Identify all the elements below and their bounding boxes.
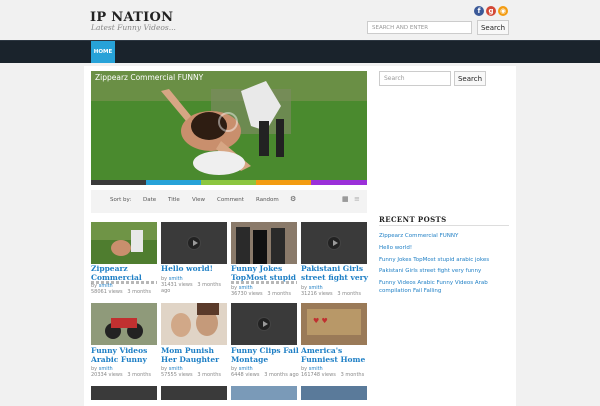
video-title[interactable]: America's Funniest Home Videos	[301, 347, 369, 364]
recent-post-link[interactable]: Funny Videos Arabic Funny Videos Arab co…	[379, 279, 514, 295]
header-search-input[interactable]: SEARCH AND ENTER	[367, 21, 472, 34]
google-plus-icon[interactable]: g	[486, 6, 496, 16]
video-thumbnail[interactable]	[91, 386, 157, 400]
video-meta: by smith 31216 views 3 months	[301, 285, 362, 297]
color-segment	[256, 180, 311, 185]
video-title[interactable]: Mom Punish Her Daughter for	[161, 347, 229, 364]
rss-icon[interactable]: ◉	[498, 6, 508, 16]
sort-label: Sort by:	[110, 197, 132, 203]
video-date: 3 months	[267, 291, 292, 297]
recent-post-link[interactable]: Hello world!	[379, 244, 514, 252]
video-views: 31216 views	[301, 291, 333, 297]
play-icon[interactable]	[187, 236, 201, 250]
list-view-icon[interactable]: ≡	[354, 195, 360, 203]
play-icon[interactable]	[218, 112, 238, 132]
video-views: 161748 views	[301, 372, 336, 378]
color-segment	[91, 180, 146, 185]
video-thumbnail[interactable]	[161, 386, 227, 400]
video-title[interactable]: Funny Clips Fail Montage	[231, 347, 299, 364]
video-date: 3 months	[337, 291, 362, 297]
recent-post-link[interactable]: Zippearz Commercial FUNNY	[379, 232, 514, 240]
video-thumbnail[interactable]	[301, 222, 367, 264]
video-thumbnail[interactable]	[91, 222, 157, 264]
video-thumbnail[interactable]: ♥ ♥	[301, 303, 367, 345]
color-segment	[311, 180, 367, 185]
grid-view-icon[interactable]: ▦	[342, 195, 349, 203]
video-views: 20334 views	[91, 372, 123, 378]
video-date: 3 months	[340, 372, 365, 378]
sort-title[interactable]: Title	[168, 197, 180, 203]
video-title[interactable]: Funny Jokes TopMost stupid	[231, 265, 299, 282]
video-title[interactable]: Pakistani Girls street fight very	[301, 265, 369, 282]
divider	[379, 225, 509, 226]
video-thumbnail[interactable]	[231, 303, 297, 345]
recent-posts-heading: RECENT POSTS	[379, 215, 447, 224]
video-thumbnail[interactable]	[91, 303, 157, 345]
sort-view[interactable]: View	[192, 197, 205, 203]
video-views: 6448 views	[231, 372, 260, 378]
video-date: 3 months	[127, 289, 152, 295]
site-tagline: Latest Funny Videos...	[91, 23, 176, 32]
video-meta: by smith 20334 views 3 months	[91, 366, 152, 378]
site-header: IP NATION Latest Funny Videos...	[0, 0, 600, 40]
video-thumbnail[interactable]	[231, 222, 297, 264]
video-title[interactable]: Funny Videos Arabic Funny	[91, 347, 159, 364]
video-date: 3 months	[127, 372, 152, 378]
color-segment	[201, 180, 256, 185]
play-icon[interactable]	[257, 317, 271, 331]
player-title: Zippearz Commercial FUNNY	[95, 73, 204, 82]
gear-icon[interactable]: ⚙	[290, 195, 296, 203]
video-thumbnail[interactable]	[161, 222, 227, 264]
video-meta: by smith 6448 views 3 months ago	[231, 366, 299, 378]
video-title[interactable]: Zippearz Commercial	[91, 265, 159, 282]
color-segment	[146, 180, 201, 185]
recent-post-link[interactable]: Funny Jokes TopMost stupid arabic jokes	[379, 256, 514, 264]
video-thumbnail[interactable]	[161, 303, 227, 345]
recent-post-link[interactable]: Pakistani Girls street fight very funny	[379, 267, 514, 275]
video-views: 36730 views	[231, 291, 263, 297]
play-icon[interactable]	[327, 236, 341, 250]
video-date: 3 months ago	[264, 372, 299, 378]
svg-text:♥ ♥: ♥ ♥	[313, 317, 328, 325]
video-date: 3 months	[197, 372, 222, 378]
video-thumbnail[interactable]	[231, 386, 297, 400]
main-nav: HOME	[0, 40, 600, 63]
sort-comment[interactable]: Comment	[217, 197, 244, 203]
header-search-button[interactable]: Search	[477, 20, 509, 35]
sort-random[interactable]: Random	[256, 197, 279, 203]
sort-date[interactable]: Date	[143, 197, 156, 203]
video-meta: by smith 57555 views 3 months	[161, 366, 222, 378]
nav-home[interactable]: HOME	[91, 41, 115, 63]
video-views: 57555 views	[161, 372, 193, 378]
video-meta: by smith 36730 views 3 months	[231, 285, 292, 297]
video-thumbnail[interactable]	[301, 386, 367, 400]
video-meta: by smith 31431 views 3 months ago	[161, 276, 222, 294]
video-excerpt	[231, 281, 297, 284]
facebook-icon[interactable]: f	[474, 6, 484, 16]
sidebar-search-button[interactable]: Search	[454, 71, 486, 86]
video-meta: by smith 161748 views 3 months	[301, 366, 365, 378]
video-meta: by smith 58061 views 3 months	[91, 283, 152, 295]
sidebar-search-input[interactable]: Search	[379, 71, 451, 86]
video-views: 58061 views	[91, 289, 123, 295]
